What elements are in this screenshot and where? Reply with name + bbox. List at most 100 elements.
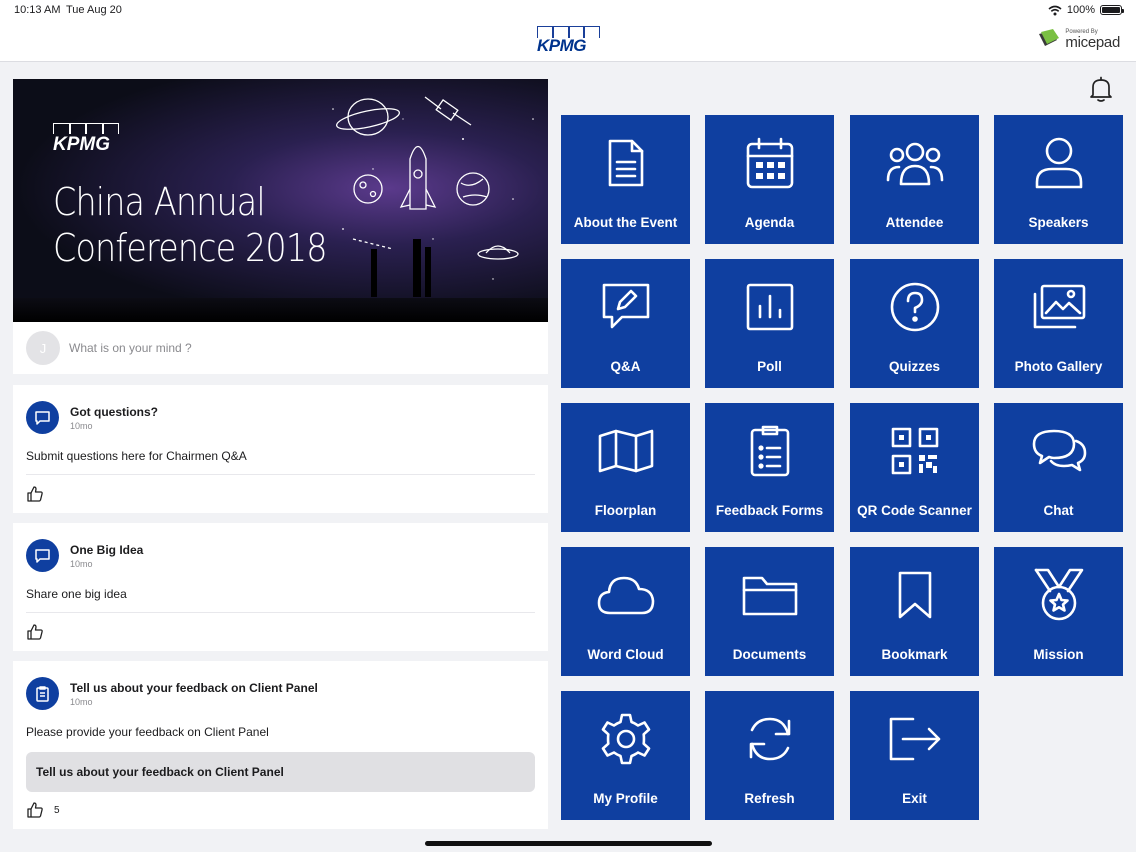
calendar-icon xyxy=(705,135,834,191)
document-icon xyxy=(561,135,690,191)
chat-bubble-icon xyxy=(26,539,59,572)
tile-label: Chat xyxy=(1043,503,1074,518)
tile-poll[interactable]: Poll xyxy=(705,259,834,388)
chat-bubbles-icon xyxy=(994,423,1123,479)
gear-icon xyxy=(561,711,690,767)
tile-label: Word Cloud xyxy=(587,647,664,662)
feed-card: Got questions? 10mo Submit questions her… xyxy=(13,385,548,513)
like-count: 5 xyxy=(54,804,60,816)
tile-label: Exit xyxy=(902,791,927,806)
user-avatar: J xyxy=(26,331,60,365)
tile-label: Poll xyxy=(757,359,782,374)
like-button[interactable] xyxy=(26,485,44,503)
like-button[interactable]: 5 xyxy=(26,801,60,819)
tile-label: Attendee xyxy=(885,215,944,230)
banner-title-line1: China Annual xyxy=(53,180,266,224)
status-date: Tue Aug 20 xyxy=(66,4,122,16)
banner-logo-text: KPMG xyxy=(53,134,110,155)
group-icon xyxy=(850,135,979,191)
bookmark-icon xyxy=(850,567,979,623)
powered-by-micepad: Powered By micepad xyxy=(1037,28,1120,50)
tile-about-the-event[interactable]: About the Event xyxy=(561,115,690,244)
battery-icon xyxy=(1100,5,1124,15)
post-text: Submit questions here for Chairmen Q&A xyxy=(26,449,247,463)
wifi-icon xyxy=(1048,5,1062,15)
tile-exit[interactable]: Exit xyxy=(850,691,979,820)
chat-bubble-icon xyxy=(26,401,59,434)
post-composer[interactable]: J What is on your mind ? xyxy=(13,322,548,374)
tile-label: Quizzes xyxy=(888,359,940,374)
chat-edit-icon xyxy=(561,279,690,335)
composer-placeholder[interactable]: What is on your mind ? xyxy=(69,341,192,355)
qr-code-icon xyxy=(850,423,979,479)
tile-label: Mission xyxy=(1033,647,1084,662)
battery-percent: 100% xyxy=(1066,4,1095,16)
tile-qr-code-scanner[interactable]: QR Code Scanner xyxy=(850,403,979,532)
tile-attendee[interactable]: Attendee xyxy=(850,115,979,244)
clipboard-icon xyxy=(705,423,834,479)
tile-floorplan[interactable]: Floorplan xyxy=(561,403,690,532)
banner-kpmg-logo: KPMG xyxy=(53,123,119,156)
app-header: KPMG Powered By micepad xyxy=(0,22,1136,62)
like-button[interactable] xyxy=(26,623,44,641)
post-time: 10mo xyxy=(70,697,93,707)
post-time: 10mo xyxy=(70,559,93,569)
post-text: Share one big idea xyxy=(26,587,127,601)
thumbs-up-icon xyxy=(27,624,43,640)
tile-label: Documents xyxy=(732,647,807,662)
tile-label: My Profile xyxy=(593,791,658,806)
thumbs-up-icon xyxy=(27,486,43,502)
logo-text: KPMG xyxy=(537,36,587,55)
cloud-icon xyxy=(561,567,690,623)
folder-icon xyxy=(705,567,834,623)
tile-feedback-forms[interactable]: Feedback Forms xyxy=(705,403,834,532)
tile-label: QR Code Scanner xyxy=(857,503,972,518)
tile-label: Feedback Forms xyxy=(715,503,824,518)
feedback-form-button[interactable]: Tell us about your feedback on Client Pa… xyxy=(26,752,535,792)
tile-label: Floorplan xyxy=(594,503,657,518)
notification-bell-icon[interactable] xyxy=(1086,74,1116,104)
tile-word-cloud[interactable]: Word Cloud xyxy=(561,547,690,676)
banner-title: China Annual Conference 2018 xyxy=(53,179,328,271)
tile-agenda[interactable]: Agenda xyxy=(705,115,834,244)
refresh-icon xyxy=(705,711,834,767)
tile-documents[interactable]: Documents xyxy=(705,547,834,676)
banner-title-line2: Conference 2018 xyxy=(53,226,328,270)
map-icon xyxy=(561,423,690,479)
event-banner: KPMG China Annual Conference 2018 xyxy=(13,79,548,322)
post-time: 10mo xyxy=(70,421,93,431)
post-text: Please provide your feedback on Client P… xyxy=(26,725,269,739)
micepad-logo-icon xyxy=(1037,28,1061,50)
person-icon xyxy=(994,135,1123,191)
tile-label: Photo Gallery xyxy=(1014,359,1103,374)
tile-label: Q&A xyxy=(610,359,641,374)
exit-icon xyxy=(850,711,979,767)
tile-bookmark[interactable]: Bookmark xyxy=(850,547,979,676)
bar-chart-icon xyxy=(705,279,834,335)
tile-quizzes[interactable]: Quizzes xyxy=(850,259,979,388)
tile-label: Bookmark xyxy=(881,647,948,662)
micepad-brand: micepad xyxy=(1065,33,1120,51)
tile-refresh[interactable]: Refresh xyxy=(705,691,834,820)
tile-my-profile[interactable]: My Profile xyxy=(561,691,690,820)
thumbs-up-icon xyxy=(27,802,43,818)
tile-label: Refresh xyxy=(744,791,795,806)
photos-icon xyxy=(994,279,1123,335)
tile-mission[interactable]: Mission xyxy=(994,547,1123,676)
tile-label: About the Event xyxy=(573,215,678,230)
question-icon xyxy=(850,279,979,335)
home-indicator[interactable] xyxy=(425,841,712,846)
post-title: Tell us about your feedback on Client Pa… xyxy=(70,681,318,695)
tile-chat[interactable]: Chat xyxy=(994,403,1123,532)
tile-speakers[interactable]: Speakers xyxy=(994,115,1123,244)
kpmg-logo: KPMG xyxy=(537,26,600,56)
tile-qa[interactable]: Q&A xyxy=(561,259,690,388)
tile-label: Speakers xyxy=(1028,215,1089,230)
feed-card: Tell us about your feedback on Client Pa… xyxy=(13,661,548,829)
tile-photo-gallery[interactable]: Photo Gallery xyxy=(994,259,1123,388)
tile-label: Agenda xyxy=(744,215,795,230)
status-bar: 10:13 AM Tue Aug 20 100% xyxy=(0,0,1136,22)
medal-icon xyxy=(994,567,1123,623)
status-time: 10:13 AM xyxy=(14,4,61,16)
space-illustration xyxy=(332,96,534,297)
